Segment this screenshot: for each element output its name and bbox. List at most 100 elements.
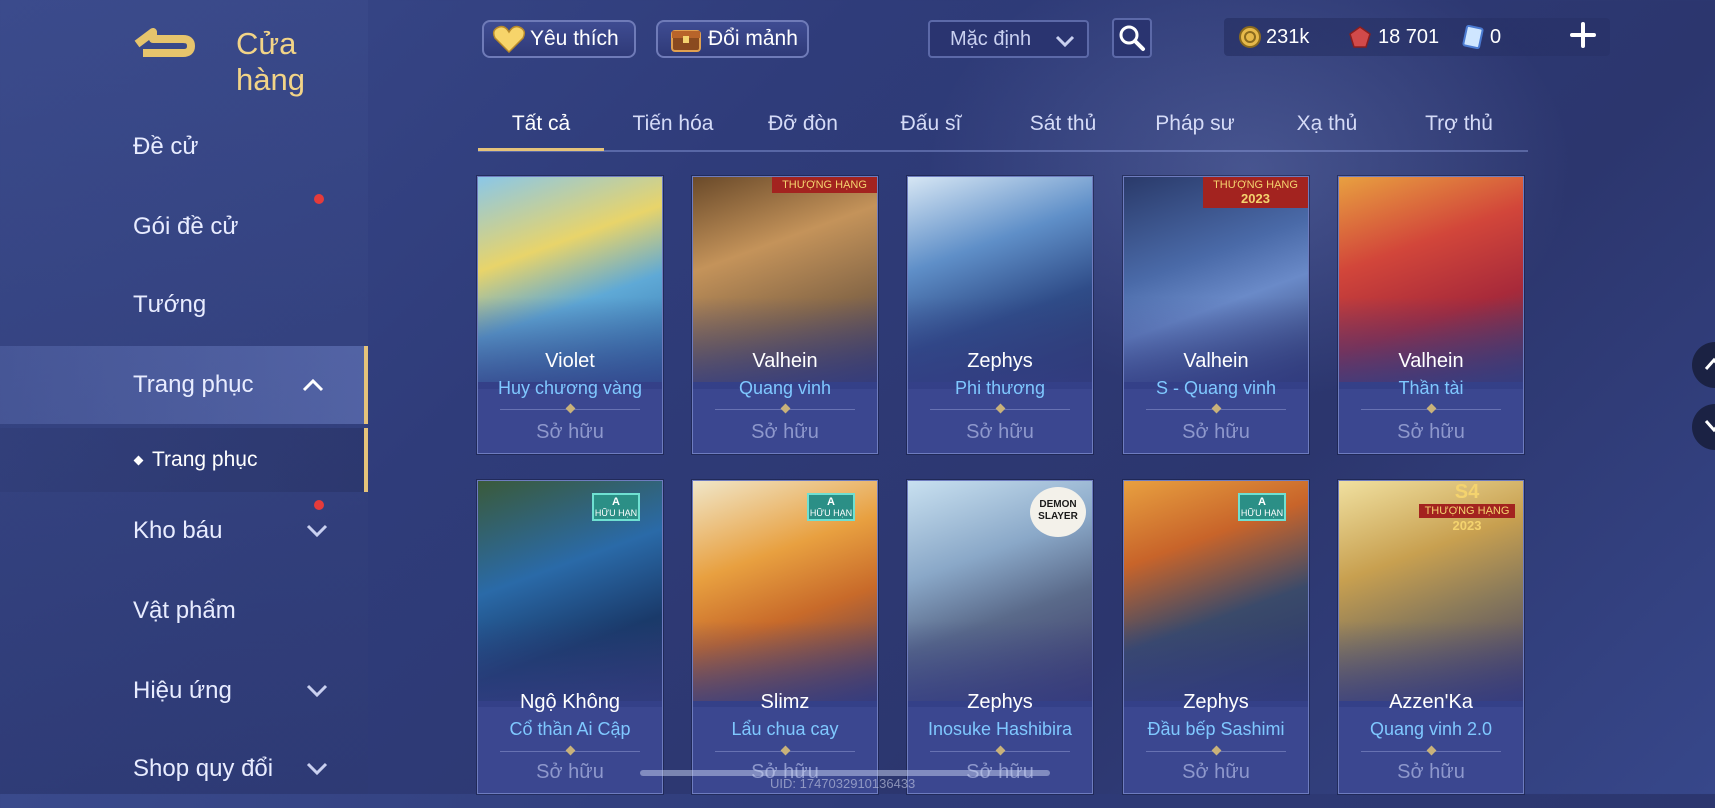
add-currency-plus-icon[interactable]: [1568, 20, 1598, 50]
skin-card[interactable]: A HỮU HẠN Slimz Lẩu chua cay Sở hữu: [692, 480, 878, 794]
sidebar-item-effects[interactable]: Hiệu ứng: [0, 652, 368, 730]
skin-name: Inosuke Hashibira: [927, 719, 1073, 739]
exchange-label: Đổi mảnh: [708, 27, 798, 50]
search-icon: [1119, 25, 1145, 51]
badge-grade: A: [612, 496, 620, 508]
favorites-button[interactable]: Yêu thích: [482, 20, 636, 58]
sidebar-item-heroes[interactable]: Tướng: [0, 266, 368, 344]
rank-banner: THƯỢNG HẠNG 2023: [1203, 177, 1308, 208]
owned-status: Sở hữu: [966, 421, 1034, 443]
tab-mage[interactable]: Pháp sư: [1140, 104, 1250, 148]
scroll-up-button[interactable]: [1692, 342, 1715, 388]
back-arrow-icon[interactable]: [133, 22, 205, 62]
hero-name: Ngộ Không: [519, 691, 621, 713]
owned-status: Sở hữu: [536, 761, 604, 783]
chevron-down-icon: [306, 762, 328, 776]
owned-status: Sở hữu: [1182, 761, 1250, 783]
sidebar-item-label: Tướng: [133, 291, 207, 318]
badge-text: HỮU HẠN: [1240, 508, 1284, 518]
skin-name: Phi thương: [955, 378, 1045, 398]
skin-name: Quang vinh 2.0: [1369, 719, 1493, 739]
skin-card[interactable]: Violet Huy chương vàng Sở hữu: [477, 176, 663, 454]
skin-card[interactable]: A HỮU HẠN Zephys Đầu bếp Sashimi Sở hữu: [1123, 480, 1309, 794]
currency-bar: 231k 18 701 0: [1224, 18, 1610, 56]
diamond-bullet-icon: [133, 455, 144, 465]
voucher-card-icon: [1462, 25, 1484, 49]
owned-status: Sở hữu: [536, 421, 604, 443]
limited-badge: A HỮU HẠN: [592, 493, 640, 521]
rank-banner-label: THƯỢNG HẠNG: [1213, 179, 1298, 191]
chest-icon: [671, 30, 701, 52]
category-tabs: Tất cả Tiến hóa Đỡ đòn Đấu sĩ Sát thủ Ph…: [478, 104, 1528, 152]
skin-card[interactable]: Valhein Thần tài Sở hữu: [1338, 176, 1524, 454]
exchange-shards-button[interactable]: Đổi mảnh: [656, 20, 809, 58]
chevron-down-icon: [1704, 420, 1715, 433]
chevron-down-icon: [306, 524, 328, 538]
owned-status: Sở hữu: [1397, 421, 1465, 443]
skin-card[interactable]: DEMON SLAYER Zephys Inosuke Hashibira Sở…: [907, 480, 1093, 794]
hero-name: Valhein: [1183, 350, 1249, 372]
notification-dot: [314, 194, 324, 204]
demon-slayer-logo: DEMON SLAYER: [1030, 487, 1086, 537]
sidebar-item-treasure[interactable]: Kho báu: [0, 492, 368, 570]
badge-text: HỮU HẠN: [809, 508, 853, 518]
sidebar-item-recommended-packs[interactable]: Gói đề cử: [0, 188, 368, 266]
rank-banner: THƯỢNG HẠNG: [772, 177, 877, 193]
hero-name: Zephys: [967, 350, 1033, 372]
tab-tank[interactable]: Đỡ đòn: [748, 104, 858, 148]
rank-badge: S4 THƯỢNG HẠNG 2023: [1419, 481, 1515, 539]
ruby-value: 18 701: [1378, 25, 1440, 48]
sidebar-item-items[interactable]: Vật phẩm: [0, 572, 368, 650]
skin-card[interactable]: A HỮU HẠN Ngộ Không Cổ thần Ai Cập Sở hữ…: [477, 480, 663, 794]
skin-name: Quang vinh: [738, 378, 832, 398]
gold-coin-icon: [1239, 26, 1261, 48]
rank-banner-year: 2023: [1241, 191, 1270, 206]
chevron-down-icon: [1055, 35, 1075, 47]
skin-card[interactable]: THƯỢNG HẠNG 2023 Valhein S - Quang vinh …: [1123, 176, 1309, 454]
rank-label: THƯỢNG HẠNG: [1419, 504, 1515, 518]
tab-evolution[interactable]: Tiến hóa: [614, 104, 732, 148]
sidebar-item-label: Gói đề cử: [133, 213, 239, 240]
rank-season: S4: [1454, 481, 1480, 503]
ruby-gem-icon: [1349, 26, 1371, 48]
heart-icon: [492, 25, 526, 54]
skin-name: Thần tài: [1398, 378, 1464, 398]
tab-assassin[interactable]: Sát thủ: [1008, 104, 1118, 148]
sidebar-item-label: Đề cử: [133, 133, 199, 160]
scroll-down-button[interactable]: [1692, 404, 1715, 450]
tab-support[interactable]: Trợ thủ: [1404, 104, 1514, 148]
hero-name: Azzen'Ka: [1389, 691, 1473, 713]
chevron-down-icon: [306, 684, 328, 698]
sidebar-item-label: Trang phục: [133, 371, 254, 398]
tab-marksman[interactable]: Xạ thủ: [1272, 104, 1382, 148]
skin-card[interactable]: S4 THƯỢNG HẠNG 2023 Azzen'Ka Quang vinh …: [1338, 480, 1524, 794]
skin-name: Đầu bếp Sashimi: [1147, 719, 1285, 739]
skin-card[interactable]: Zephys Phi thương Sở hữu: [907, 176, 1093, 454]
sidebar-item-skins[interactable]: Trang phục: [0, 346, 368, 424]
sidebar-subitem-label: Trang phục: [152, 448, 258, 471]
tab-fighter[interactable]: Đấu sĩ: [876, 104, 986, 148]
sort-dropdown[interactable]: Mặc định: [928, 20, 1089, 58]
badge-grade: A: [827, 496, 835, 508]
owned-status: Sở hữu: [1397, 761, 1465, 783]
gold-value: 231k: [1266, 25, 1310, 48]
sidebar-item-label: Hiệu ứng: [133, 677, 232, 704]
notification-dot: [314, 500, 324, 510]
skin-card[interactable]: THƯỢNG HẠNG Valhein Quang vinh Sở hữu: [692, 176, 878, 454]
owned-status: Sở hữu: [1182, 421, 1250, 443]
tab-all[interactable]: Tất cả: [478, 104, 604, 151]
hero-name: Zephys: [1183, 691, 1249, 713]
rank-year: 2023: [1452, 518, 1482, 533]
search-button[interactable]: [1112, 18, 1152, 58]
gold-balance: 231k: [1238, 18, 1309, 56]
sidebar-item-recommended[interactable]: Đề cử: [0, 108, 368, 186]
skin-name: Lẩu chua cay: [731, 719, 839, 739]
limited-badge: A HỮU HẠN: [1238, 493, 1286, 521]
badge-text: HỮU HẠN: [594, 508, 638, 518]
sidebar-item-label: Shop quy đổi: [133, 755, 274, 782]
sidebar-item-label: Vật phẩm: [133, 597, 236, 624]
sidebar-item-exchange-shop[interactable]: Shop quy đổi: [0, 730, 368, 808]
page-title: Cửa hàng: [236, 26, 305, 97]
sidebar-subitem-skins[interactable]: Trang phục: [0, 428, 368, 492]
chevron-up-icon: [1704, 357, 1715, 370]
